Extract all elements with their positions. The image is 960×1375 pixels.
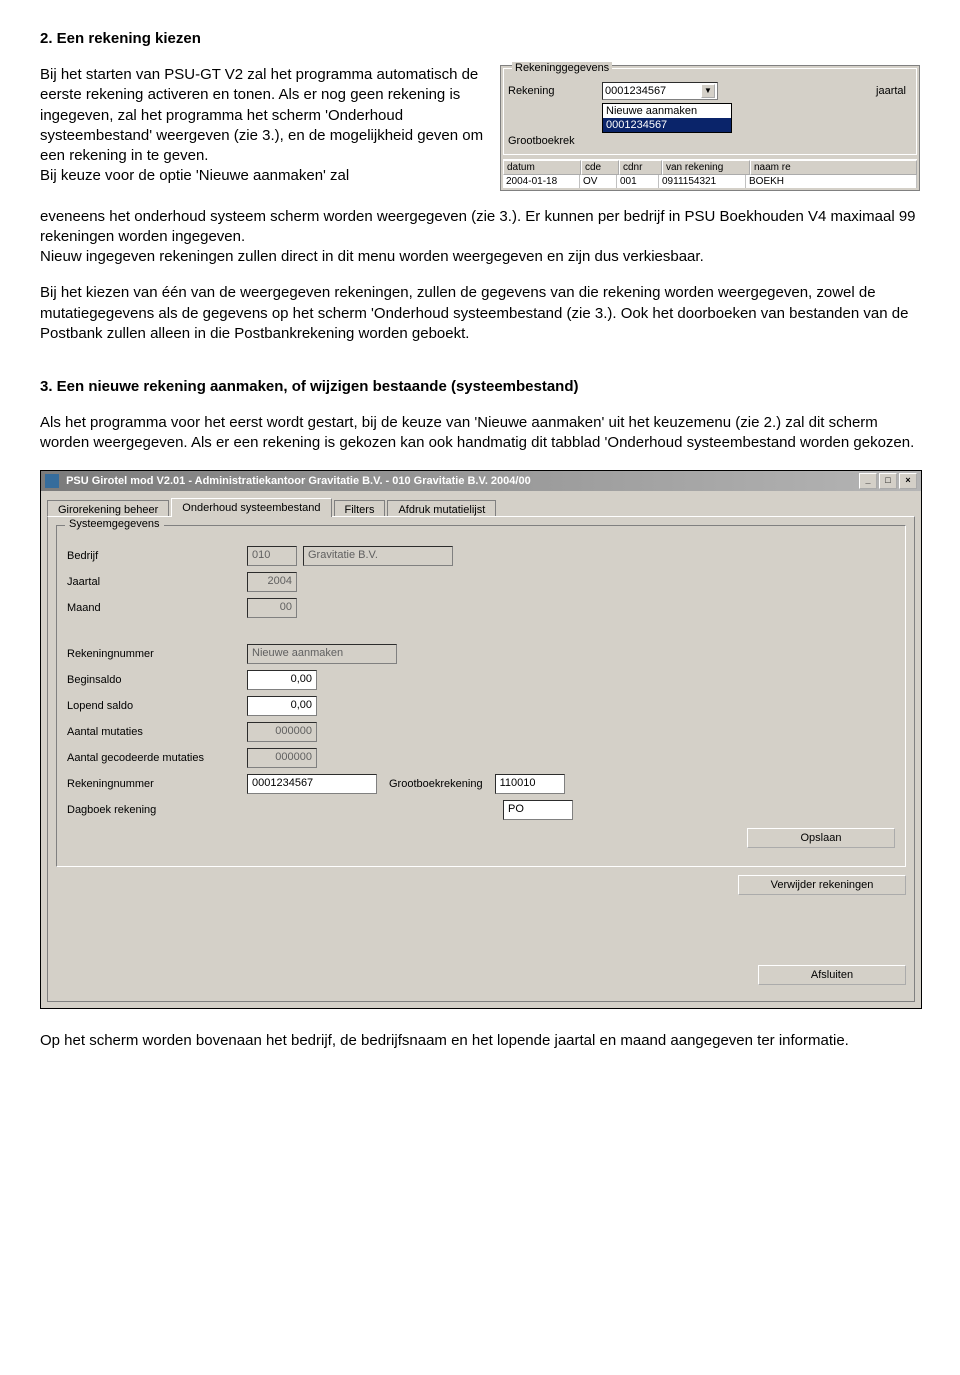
verwijder-rekeningen-button[interactable]: Verwijder rekeningen — [738, 875, 906, 895]
mini-table-header: datum cde cdnr van rekening naam re — [503, 159, 917, 175]
section2-p2a: eveneens het onderhoud systeem scherm wo… — [40, 208, 916, 245]
input-maand: 00 — [247, 598, 297, 618]
section2-p1b: Bij keuze voor de optie 'Nieuwe aanmaken… — [40, 167, 349, 184]
section2-p3: Nieuw ingegeven rekeningen zullen direct… — [40, 248, 704, 265]
input-bedrijf-code: 010 — [247, 546, 297, 566]
app-icon — [45, 474, 59, 488]
mini-th-cde: cde — [581, 160, 619, 175]
systeemgegevens-group: Bedrijf 010 Gravitatie B.V. Jaartal 2004… — [56, 525, 906, 867]
tabs: Girorekening beheer Onderhoud systeembes… — [47, 497, 915, 516]
input-beginsaldo[interactable]: 0,00 — [247, 670, 317, 690]
mini-th-datum: datum — [503, 160, 581, 175]
afsluiten-button[interactable]: Afsluiten — [758, 965, 906, 985]
input-grootboekrekening[interactable]: 110010 — [495, 774, 565, 794]
input-jaartal: 2004 — [247, 572, 297, 592]
close-button[interactable]: × — [899, 473, 917, 489]
tab-body: Bedrijf 010 Gravitatie B.V. Jaartal 2004… — [47, 516, 915, 1002]
input-rekeningnummer: Nieuwe aanmaken — [247, 644, 397, 664]
mini-tr-cde: OV — [580, 175, 617, 188]
label-aantal-mutaties: Aantal mutaties — [67, 726, 247, 738]
app-window: PSU Girotel mod V2.01 - Administratiekan… — [40, 470, 922, 1009]
input-dagboek[interactable]: PO — [503, 800, 573, 820]
label-bedrijf: Bedrijf — [67, 550, 247, 562]
section2-intro: Bij het starten van PSU-GT V2 zal het pr… — [40, 65, 488, 187]
section2-heading: 2. Een rekening kiezen — [40, 30, 920, 47]
footer-text: Op het scherm worden bovenaan het bedrij… — [40, 1031, 920, 1051]
label-aantal-gecodeerde: Aantal gecodeerde mutaties — [67, 752, 247, 764]
label-maand: Maand — [67, 602, 247, 614]
mini-table-row: 2004-01-18 OV 001 0911154321 BOEKH — [503, 175, 917, 188]
mini-tr-datum: 2004-01-18 — [503, 175, 580, 188]
mini-th-cdnr: cdnr — [619, 160, 662, 175]
mini-group-title: Rekeninggegevens — [512, 62, 612, 74]
window-title: PSU Girotel mod V2.01 - Administratiekan… — [66, 474, 531, 486]
input-bedrijf-naam: Gravitatie B.V. — [303, 546, 453, 566]
label-dagboek: Dagboek rekening — [67, 804, 247, 816]
mini-label-rekening: Rekening — [508, 85, 598, 97]
mini-th-van: van rekening — [662, 160, 750, 175]
titlebar: PSU Girotel mod V2.01 - Administratiekan… — [41, 471, 921, 491]
maximize-button[interactable]: □ — [879, 473, 897, 489]
label-jaartal: Jaartal — [67, 576, 247, 588]
section2-p4: Bij het kiezen van één van de weergegeve… — [40, 283, 920, 344]
input-aantal-gecodeerde: 000000 — [247, 748, 317, 768]
mini-label-jaartal: jaartal — [876, 85, 912, 97]
input-aantal-mutaties: 000000 — [247, 722, 317, 742]
input-rekeningnummer2[interactable]: 0001234567 — [247, 774, 377, 794]
section2-p2: eveneens het onderhoud systeem scherm wo… — [40, 207, 920, 268]
dropdown-arrow-icon[interactable]: ▼ — [701, 84, 715, 98]
label-beginsaldo: Beginsaldo — [67, 674, 247, 686]
mini-rekening-select[interactable]: 0001234567 ▼ — [602, 82, 718, 100]
label-lopend-saldo: Lopend saldo — [67, 700, 247, 712]
mini-select-value: 0001234567 — [605, 85, 666, 97]
section3-heading: 3. Een nieuwe rekening aanmaken, of wijz… — [40, 378, 920, 395]
mini-dropdown-list[interactable]: Nieuwe aanmaken 0001234567 — [602, 103, 732, 133]
mini-dd-option-selected[interactable]: 0001234567 — [603, 118, 731, 132]
mini-tr-cdnr: 001 — [617, 175, 659, 188]
label-grootboekrekening: Grootboekrekening — [389, 778, 483, 790]
section3-p1: Als het programma voor het eerst wordt g… — [40, 413, 920, 454]
label-rekeningnummer2: Rekeningnummer — [67, 778, 247, 790]
input-lopend-saldo[interactable]: 0,00 — [247, 696, 317, 716]
mini-tr-van: 0911154321 — [659, 175, 746, 188]
opslaan-button[interactable]: Opslaan — [747, 828, 895, 848]
mini-th-naam: naam re — [750, 160, 917, 175]
mini-tr-naam: BOEKH — [746, 175, 917, 188]
minimize-button[interactable]: _ — [859, 473, 877, 489]
mini-dd-option-nieuwe[interactable]: Nieuwe aanmaken — [603, 104, 731, 118]
tab-onderhoud-systeembestand[interactable]: Onderhoud systeembestand — [171, 498, 331, 517]
section2-p1a: Bij het starten van PSU-GT V2 zal het pr… — [40, 66, 483, 164]
mini-label-grootboek: Grootboekrek — [508, 135, 598, 147]
mini-screenshot: Rekeninggegevens Rekening 0001234567 ▼ j… — [500, 65, 920, 191]
label-rekeningnummer: Rekeningnummer — [67, 648, 247, 660]
